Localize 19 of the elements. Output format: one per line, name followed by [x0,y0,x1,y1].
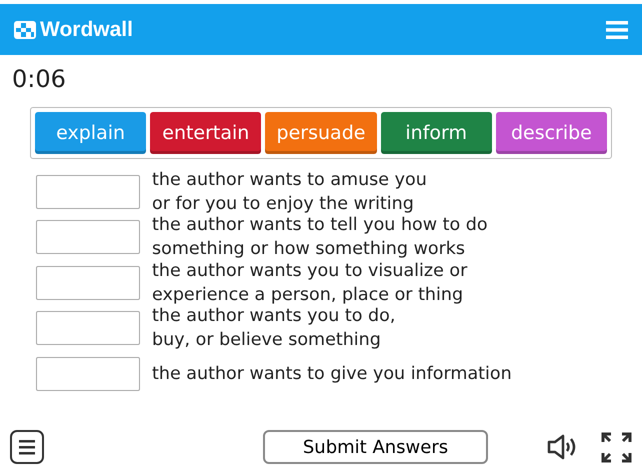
word-tile[interactable]: persuade [265,112,377,154]
drop-box[interactable] [36,174,140,209]
description-text: the author wants to give you information [152,362,512,386]
drop-box[interactable] [36,311,140,346]
drop-box[interactable] [36,266,140,300]
fullscreen-icon[interactable] [601,432,632,462]
logo-text: Wordwall [40,16,133,43]
drop-box[interactable] [36,220,140,254]
word-tile[interactable]: entertain [150,112,262,154]
word-tile[interactable]: inform [380,112,492,154]
speaker-icon[interactable] [547,434,577,460]
menu-icon[interactable] [10,430,44,464]
timer: 0:06 [12,65,66,93]
logo-icon [14,20,36,38]
drop-box[interactable] [36,356,140,391]
description-text: the author wants you to do, buy, or believe something [152,305,396,352]
submit-button[interactable]: Submit Answers [263,430,488,464]
word-tile[interactable]: explain [35,112,146,154]
word-tile[interactable]: describe [496,112,608,154]
